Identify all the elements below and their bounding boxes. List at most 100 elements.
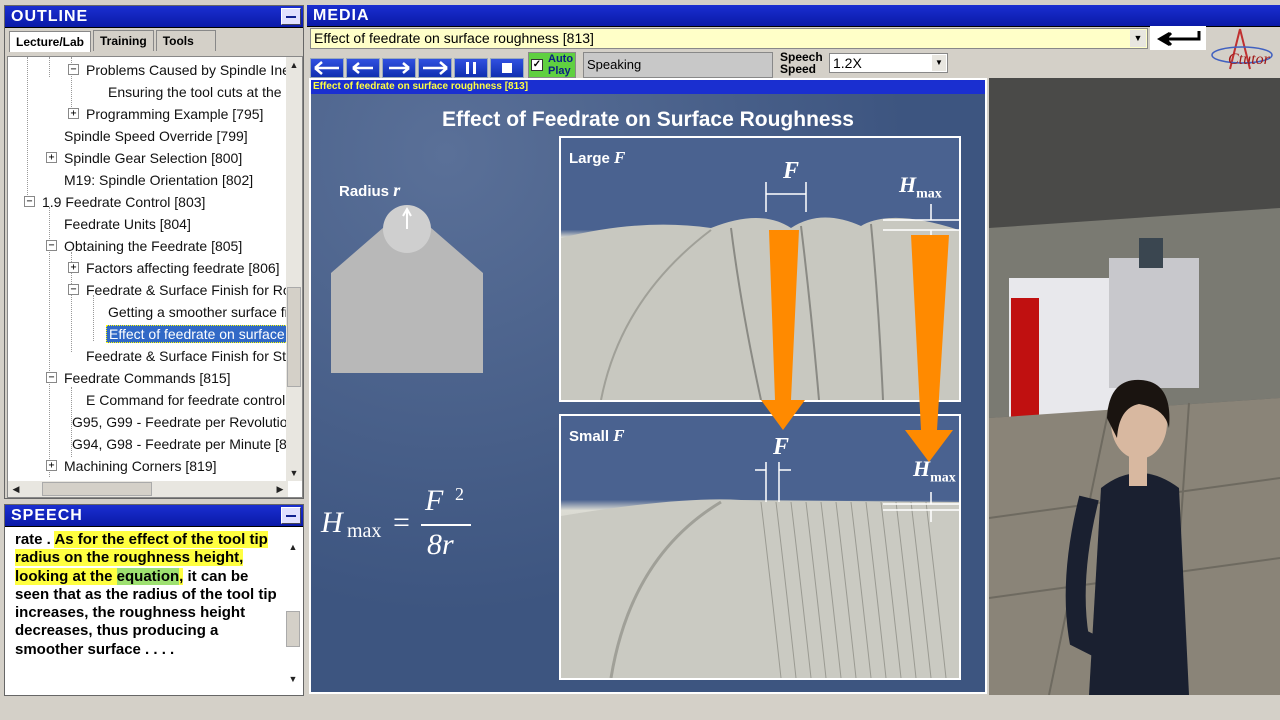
expand-icon[interactable]: +: [46, 152, 57, 163]
expand-icon[interactable]: +: [46, 460, 57, 471]
first-button[interactable]: [310, 58, 344, 78]
scroll-up-icon[interactable]: ▲: [286, 57, 302, 73]
scroll-thumb[interactable]: [287, 287, 301, 387]
ctutor-logo: Ctutor: [1208, 25, 1280, 75]
speech-speed-select[interactable]: 1.2X ▼: [829, 53, 948, 73]
tree-item-label: Getting a smoother surface fini: [108, 304, 299, 320]
collapse-icon[interactable]: −: [68, 64, 79, 75]
collapse-icon[interactable]: −: [46, 372, 57, 383]
expand-icon[interactable]: +: [68, 108, 79, 119]
speech-panel: SPEECH rate . As for the effect of the t…: [4, 504, 304, 696]
expand-icon[interactable]: +: [68, 262, 79, 273]
previous-button[interactable]: [346, 58, 380, 78]
feed-dimension-icon: [765, 182, 807, 212]
tree-item[interactable]: − Obtaining the Feedrate [805]: [46, 235, 242, 257]
outline-vscrollbar[interactable]: ▲ ▼: [286, 57, 302, 481]
tree-item-label: M19: Spindle Orientation [802]: [64, 172, 254, 188]
outline-minimize-button[interactable]: [281, 8, 301, 25]
tab-tools[interactable]: Tools: [155, 30, 216, 51]
stop-button[interactable]: [490, 58, 524, 78]
tree-item[interactable]: G95, G99 - Feedrate per Revolutio: [72, 411, 288, 433]
outline-panel: OUTLINE Lecture/Lab Training Tools − Pro…: [4, 5, 304, 499]
tree-item[interactable]: + Spindle Gear Selection [800]: [46, 147, 242, 169]
right-arrow-icon: [389, 62, 410, 74]
fast-forward-arrow-icon: [423, 61, 448, 75]
tree-item[interactable]: + Machining Corners [819]: [46, 455, 217, 477]
scroll-left-icon[interactable]: ◀: [8, 481, 24, 497]
slide-caption: Effect of feedrate on surface roughness …: [313, 81, 529, 92]
tree-item-label: Feedrate Units [804]: [64, 216, 191, 232]
pause-button[interactable]: [454, 58, 488, 78]
scroll-thumb[interactable]: [286, 611, 300, 647]
scroll-up-icon[interactable]: ▲: [285, 539, 301, 555]
small-label: Small F: [569, 426, 625, 445]
hmax-equation: H max = F 2 8r: [321, 484, 481, 574]
tree-item[interactable]: Ensuring the tool cuts at the co: [108, 81, 300, 103]
tree-item-label: Spindle Gear Selection [800]: [64, 150, 243, 166]
media-header: MEDIA: [307, 5, 1280, 27]
tree-item-label: Feedrate & Surface Finish for Strai: [86, 348, 302, 364]
checkbox-checked-icon[interactable]: ✓: [531, 59, 543, 71]
tool-tip-diagram: [331, 205, 483, 373]
tree-item[interactable]: − Feedrate & Surface Finish for Rou: [68, 279, 298, 301]
return-arrow-icon: [1157, 31, 1201, 47]
tab-lecture-lab[interactable]: Lecture/Lab: [9, 31, 92, 52]
tree-item-label: G94, G98 - Feedrate per Minute [8: [72, 436, 287, 452]
chevron-down-icon[interactable]: ▼: [932, 55, 946, 71]
tree-item-label: Machining Corners [819]: [64, 458, 217, 474]
scroll-down-icon[interactable]: ▼: [286, 465, 302, 481]
tree-item[interactable]: Getting a smoother surface fini: [108, 301, 299, 323]
stop-icon: [502, 63, 512, 73]
tab-training[interactable]: Training: [93, 30, 154, 51]
chevron-down-icon[interactable]: ▼: [1130, 30, 1146, 47]
outline-header: OUTLINE: [5, 6, 303, 28]
tree-item[interactable]: Feedrate & Surface Finish for Strai: [86, 345, 302, 367]
large-label: Large F: [569, 148, 626, 167]
feed-symbol: F: [783, 158, 800, 184]
collapse-icon[interactable]: −: [24, 196, 35, 207]
scroll-thumb[interactable]: [42, 482, 152, 496]
tree-item-selected[interactable]: Effect of feedrate on surface ro: [106, 323, 302, 345]
pause-icon: [466, 62, 476, 74]
speech-header: SPEECH: [5, 505, 303, 527]
media-panel: MEDIA Effect of feedrate on surface roug…: [307, 5, 1280, 695]
tree-item[interactable]: G94, G98 - Feedrate per Minute [8: [72, 433, 287, 455]
speech-minimize-button[interactable]: [281, 507, 301, 524]
tree-item-label: Factors affecting feedrate [806]: [86, 260, 280, 276]
tree-item[interactable]: Feedrate Units [804]: [64, 213, 191, 235]
instructor-scene: [989, 78, 1280, 695]
outline-hscrollbar[interactable]: ◀ ▶: [8, 481, 288, 497]
next-button[interactable]: [382, 58, 416, 78]
tree-item[interactable]: + Factors affecting feedrate [806]: [68, 257, 280, 279]
auto-play-label: Auto: [548, 53, 574, 65]
tree-item[interactable]: − Feedrate Commands [815]: [46, 367, 231, 389]
speech-pre: rate .: [15, 531, 55, 548]
tree-item-label: Spindle Speed Override [799]: [64, 128, 248, 144]
speech-vscrollbar[interactable]: ▲ ▼: [285, 539, 301, 687]
outline-tree: − Problems Caused by Spindle Iner Ensuri…: [7, 56, 303, 498]
tree-item[interactable]: M19: Spindle Orientation [802]: [64, 169, 253, 191]
tree-item[interactable]: + Programming Example [795]: [68, 103, 263, 125]
tree-item[interactable]: − Problems Caused by Spindle Iner: [68, 59, 295, 81]
speech-text: rate . As for the effect of the tool tip…: [15, 531, 277, 659]
outline-tabs: Lecture/Lab Training Tools: [5, 28, 303, 52]
back-arrow-button[interactable]: [1150, 26, 1206, 50]
tree-item[interactable]: E Command for feedrate control [8: [86, 389, 301, 411]
outline-title: OUTLINE: [11, 7, 89, 25]
slide-heading: Effect of Feedrate on Surface Roughness: [442, 108, 854, 131]
tree-item-label: Feedrate & Surface Finish for Rou: [86, 282, 299, 298]
slide-caption-bar: Effect of feedrate on surface roughness …: [311, 80, 985, 94]
speech-title: SPEECH: [11, 506, 83, 524]
scroll-right-icon[interactable]: ▶: [272, 481, 288, 497]
topic-select[interactable]: Effect of feedrate on surface roughness …: [310, 28, 1148, 49]
scroll-down-icon[interactable]: ▼: [285, 671, 301, 687]
collapse-icon[interactable]: −: [68, 284, 79, 295]
auto-play-toggle[interactable]: ✓ Auto Play: [528, 52, 576, 78]
tree-item-label: Problems Caused by Spindle Iner: [86, 62, 295, 78]
tree-item[interactable]: Spindle Speed Override [799]: [64, 125, 248, 147]
instructor-video: [989, 78, 1280, 695]
tree-item[interactable]: − 1.9 Feedrate Control [803]: [24, 191, 205, 213]
last-button[interactable]: [418, 58, 452, 78]
collapse-icon[interactable]: −: [46, 240, 57, 251]
tree-item-label: Programming Example [795]: [86, 106, 264, 122]
